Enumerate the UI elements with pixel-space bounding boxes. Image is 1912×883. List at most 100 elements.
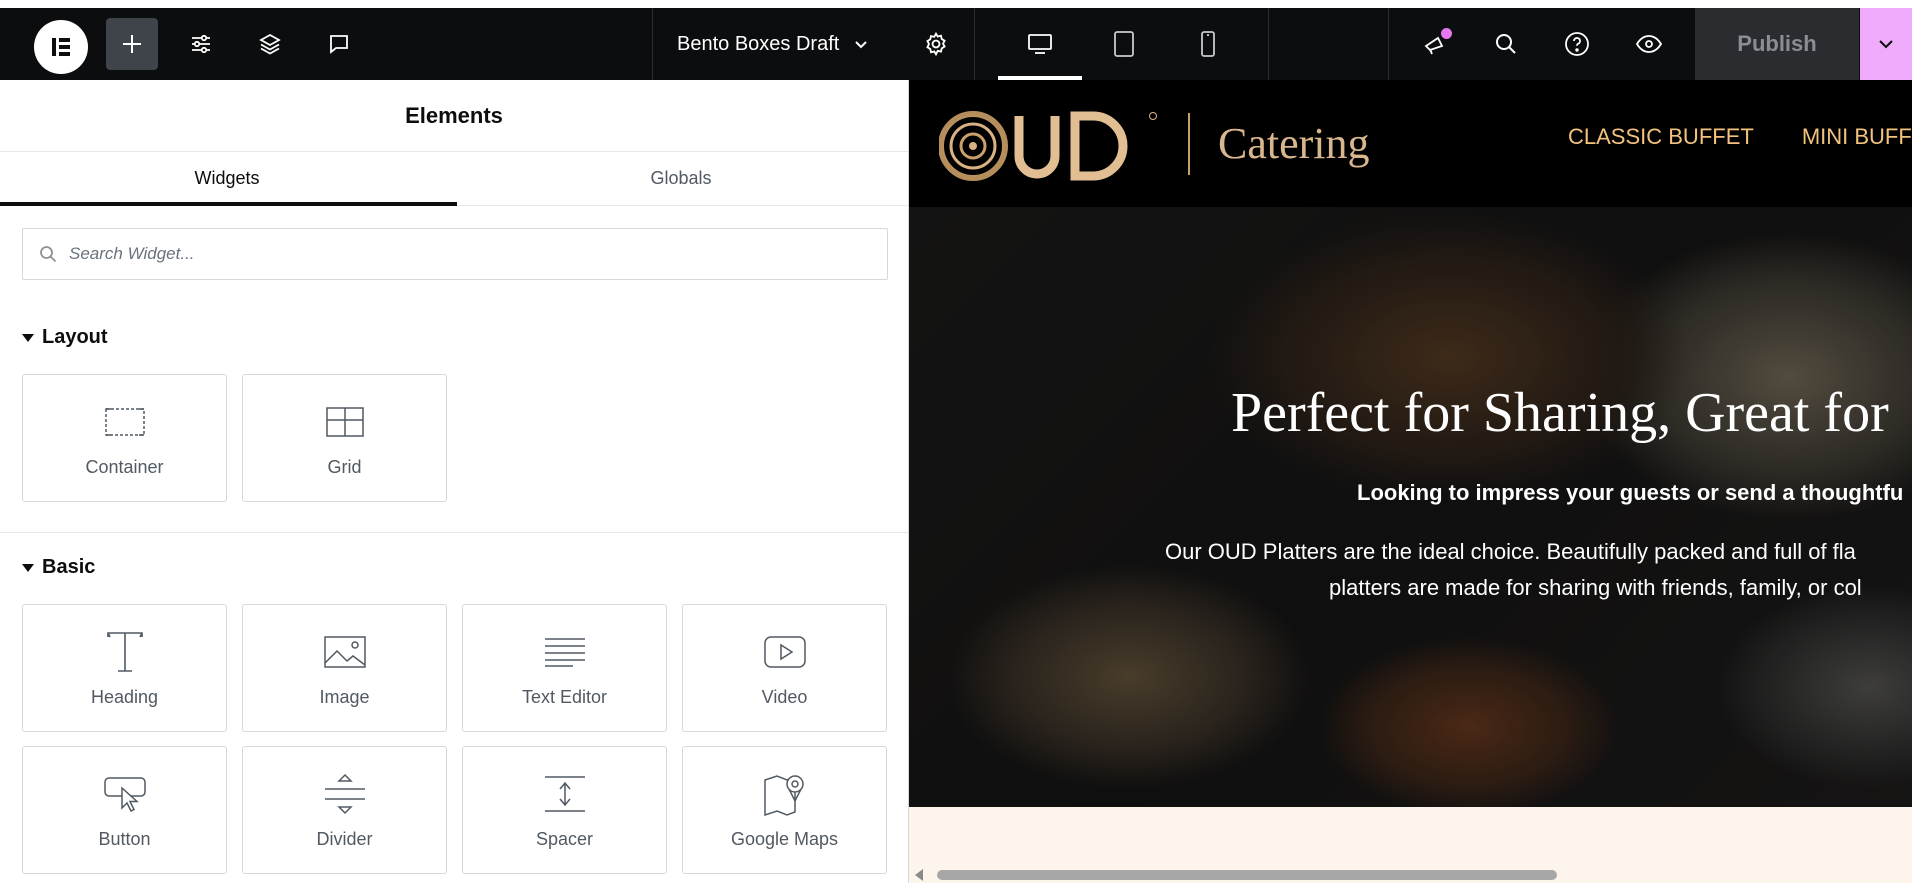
editor-topbar: Bento Boxes Draft Publish	[0, 8, 1912, 80]
section-layout-toggle[interactable]: Layout	[22, 326, 108, 349]
widget-image[interactable]: Image	[242, 604, 447, 732]
widget-label: Heading	[90, 687, 159, 707]
mobile-icon	[1201, 31, 1215, 57]
widget-label: Text Editor	[521, 687, 608, 707]
site-settings-button[interactable]	[175, 18, 227, 70]
search-icon	[1496, 34, 1516, 54]
structure-button[interactable]	[244, 18, 296, 70]
grid-icon	[325, 399, 365, 445]
widget-divider[interactable]: Divider	[242, 746, 447, 874]
tab-widgets[interactable]: Widgets	[0, 152, 454, 205]
mobile-view-button[interactable]	[1182, 18, 1234, 70]
scroll-left-arrow-icon[interactable]	[915, 869, 923, 881]
publish-button[interactable]: Publish	[1695, 8, 1859, 80]
add-element-button[interactable]	[106, 18, 158, 70]
gear-icon	[926, 31, 946, 57]
page-preview-canvas[interactable]: Catering CLASSIC BUFFET MINI BUFFET Perf…	[909, 80, 1912, 883]
caret-down-icon	[22, 563, 34, 572]
widget-label: Divider	[316, 829, 373, 849]
page-settings-button[interactable]	[910, 18, 962, 70]
topbar-divider	[1388, 8, 1389, 80]
section-title: Basic	[42, 556, 96, 578]
scrollbar-thumb[interactable]	[937, 870, 1557, 880]
map-icon	[763, 771, 807, 817]
spacer-icon	[543, 771, 587, 817]
widget-container[interactable]: Container	[22, 374, 227, 502]
document-title: Bento Boxes Draft	[677, 32, 840, 55]
widget-button[interactable]: Button	[22, 746, 227, 874]
publish-options-button[interactable]	[1860, 8, 1912, 80]
topbar-divider	[1268, 8, 1269, 80]
oud-logo-icon	[939, 111, 1157, 181]
desktop-icon	[1028, 34, 1052, 54]
hero-title: Perfect for Sharing, Great for	[1231, 382, 1889, 444]
image-icon	[323, 629, 367, 675]
layers-icon	[259, 33, 281, 55]
divider-icon	[323, 771, 367, 817]
hero-subtitle: Looking to impress your guests or send a…	[1357, 480, 1904, 505]
window-top-strip	[0, 0, 1912, 8]
section-title: Layout	[42, 326, 108, 348]
caret-down-icon	[22, 333, 34, 342]
comments-button[interactable]	[313, 18, 365, 70]
chevron-down-icon	[1879, 40, 1893, 49]
hero-section: Perfect for Sharing, Great for Looking t…	[909, 207, 1912, 807]
widget-label: Google Maps	[730, 829, 839, 849]
tablet-view-button[interactable]	[1098, 18, 1150, 70]
panel-title: Elements	[0, 80, 908, 152]
active-tab-indicator	[0, 202, 457, 206]
help-icon	[1565, 32, 1589, 56]
brand-separator	[1188, 113, 1190, 175]
notification-dot	[1441, 28, 1452, 39]
video-icon	[763, 629, 807, 675]
widget-label: Grid	[327, 457, 362, 477]
section-basic-toggle[interactable]: Basic	[22, 556, 95, 579]
tab-globals[interactable]: Globals	[454, 152, 908, 205]
panel-tabs: Widgets Globals	[0, 152, 908, 206]
finder-button[interactable]	[1480, 18, 1532, 70]
document-title-dropdown[interactable]: Bento Boxes Draft	[652, 8, 920, 80]
widget-label: Image	[319, 687, 370, 707]
heading-icon	[105, 629, 145, 675]
hero-paragraph-line: platters are made for sharing with frien…	[1329, 575, 1862, 600]
search-input[interactable]	[69, 244, 849, 264]
hero-paragraph-line: Our OUD Platters are the ideal choice. B…	[1165, 539, 1856, 564]
nav-link-mini-buffet[interactable]: MINI BUFFET	[1802, 124, 1912, 150]
preview-button[interactable]	[1623, 18, 1675, 70]
tablet-icon	[1114, 31, 1134, 57]
container-icon	[104, 399, 146, 445]
search-icon	[40, 246, 57, 263]
site-nav: CLASSIC BUFFET MINI BUFFET	[1568, 124, 1912, 150]
hero-overlay	[909, 207, 1912, 807]
chevron-down-icon	[855, 41, 868, 49]
elements-panel: Elements Widgets Globals Layout Containe…	[0, 80, 909, 883]
widget-search[interactable]	[22, 228, 888, 280]
widget-label: Video	[761, 687, 808, 707]
chat-bubble-icon	[330, 35, 348, 54]
help-button[interactable]	[1551, 18, 1603, 70]
widget-spacer[interactable]: Spacer	[462, 746, 667, 874]
brand-tagline: Catering	[1218, 119, 1370, 168]
button-icon	[103, 771, 147, 817]
plus-icon	[123, 35, 141, 53]
widget-video[interactable]: Video	[682, 604, 887, 732]
whats-new-button[interactable]	[1409, 18, 1461, 70]
nav-link-classic-buffet[interactable]: CLASSIC BUFFET	[1568, 124, 1754, 150]
eye-icon	[1635, 35, 1663, 53]
topbar-divider	[974, 8, 975, 80]
section-divider	[0, 532, 908, 533]
widget-heading[interactable]: Heading	[22, 604, 227, 732]
desktop-view-button[interactable]	[1014, 18, 1066, 70]
horizontal-scrollbar[interactable]	[909, 865, 1912, 883]
widget-label: Spacer	[535, 829, 594, 849]
sliders-icon	[192, 34, 210, 54]
widget-google-maps[interactable]: Google Maps	[682, 746, 887, 874]
text-editor-icon	[543, 629, 587, 675]
widget-label: Container	[85, 457, 164, 477]
elementor-logo-icon[interactable]	[34, 20, 88, 74]
widget-text-editor[interactable]: Text Editor	[462, 604, 667, 732]
widget-label: Button	[98, 829, 151, 849]
elementor-editor: Bento Boxes Draft Publish Elements Widge…	[0, 0, 1912, 883]
brand-logo[interactable]	[939, 110, 1175, 182]
widget-grid[interactable]: Grid	[242, 374, 447, 502]
